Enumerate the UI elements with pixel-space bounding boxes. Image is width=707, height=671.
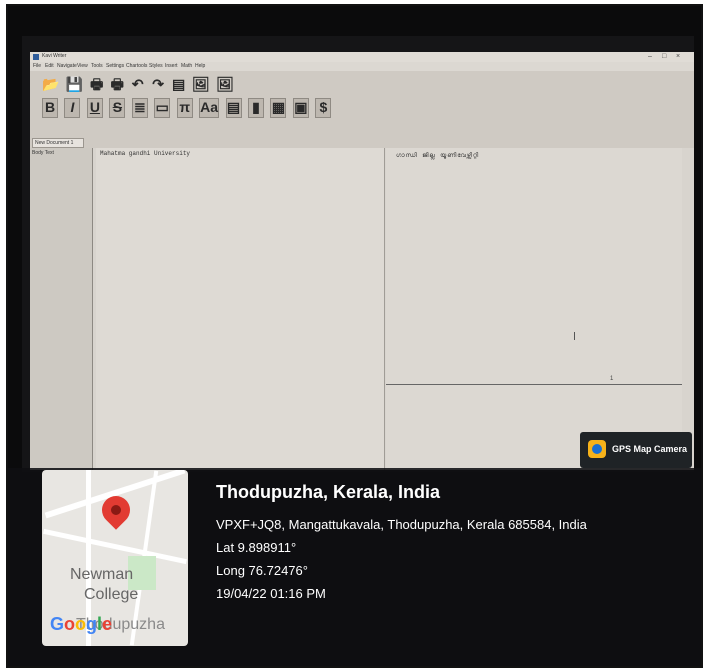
menu-edit[interactable]: Edit — [45, 63, 54, 69]
menu-insert[interactable]: Insert — [165, 63, 178, 69]
editor-area: Body Text Mahatma gandhi University ഗാന്… — [30, 148, 694, 470]
toolbar-format: B I U S ≣ ▭ π Aa ▤ ▮ ▦ ▣ $ — [42, 98, 333, 118]
menu-tools[interactable]: Tools — [91, 63, 103, 69]
window-title: Kavi Writer — [42, 53, 67, 59]
menu-math[interactable]: Math — [181, 63, 192, 69]
print-icon[interactable]: 🖶 — [90, 76, 104, 94]
style-body-text[interactable]: Body Text — [32, 150, 54, 156]
map-label-college: College — [84, 586, 139, 603]
gps-camera-icon — [588, 440, 606, 458]
gps-map-camera-badge: GPS Map Camera — [580, 432, 692, 468]
maximize-button[interactable]: □ — [662, 52, 666, 62]
dollar-icon[interactable]: $ — [315, 98, 332, 118]
page-separator — [386, 384, 682, 385]
close-button[interactable]: × — [676, 52, 680, 62]
toolbar-file: 📂 💾 🖶 🖶 ↶ ↷ ▤ 🖼 🖼 — [42, 76, 236, 94]
minimize-button[interactable]: – — [648, 52, 652, 62]
app-window: Kavi Writer – □ × File Edit Navigate Vie… — [30, 52, 694, 470]
table-icon[interactable]: ▤ — [225, 98, 242, 118]
redo-icon[interactable]: ↷ — [151, 76, 165, 94]
align-icon[interactable]: ≣ — [131, 98, 148, 118]
longitude-line: Long 76.72476° — [216, 563, 308, 578]
open-icon[interactable]: 📂 — [42, 76, 59, 94]
latitude-line: Lat 9.898911° — [216, 540, 297, 555]
map-label-newman: Newman — [70, 566, 134, 583]
picture-icon[interactable]: 🖼 — [216, 76, 234, 94]
gps-badge-label: GPS Map Camera — [612, 444, 688, 454]
document-text: Mahatma gandhi University — [100, 150, 191, 157]
title-bar: Kavi Writer – □ × — [30, 52, 694, 62]
map-thumbnail: Newman College Thodupuzha Google — [42, 470, 188, 646]
font-icon[interactable]: Aa — [199, 98, 220, 118]
photo-frame: Kavi Writer – □ × File Edit Navigate Vie… — [6, 4, 703, 668]
image-icon[interactable]: 🖼 — [192, 76, 210, 94]
tab-document[interactable]: New Document 1 — [32, 138, 84, 148]
block-icon[interactable]: ▮ — [247, 98, 264, 118]
frame-icon[interactable]: ▭ — [154, 98, 171, 118]
format-icon[interactable]: ▤ — [172, 76, 186, 94]
insert-image-icon[interactable]: ▣ — [292, 98, 309, 118]
place-name: Thodupuzha, Kerala, India — [216, 482, 441, 502]
menu-file[interactable]: File — [33, 63, 41, 69]
menu-view[interactable]: View — [77, 63, 88, 69]
undo-icon[interactable]: ↶ — [131, 76, 145, 94]
menu-styles[interactable]: Styles — [149, 63, 163, 69]
location-info: Thodupuzha, Kerala, India VPXF+JQ8, Mang… — [216, 482, 587, 609]
page-number: 1 — [610, 376, 614, 382]
bold-button[interactable]: B — [42, 98, 58, 118]
menu-navigate[interactable]: Navigate — [57, 63, 77, 69]
italic-button[interactable]: I — [64, 98, 81, 118]
document-editor[interactable]: Mahatma gandhi University — [96, 148, 385, 470]
datetime-line: 19/04/22 01:16 PM — [216, 586, 326, 601]
grid-icon[interactable]: ▦ — [270, 98, 287, 118]
strikethrough-button[interactable]: S — [109, 98, 126, 118]
menu-bar: File Edit Navigate View Tools Settings C… — [30, 62, 694, 71]
menu-chartools[interactable]: Chartools — [126, 63, 147, 69]
print-preview-icon[interactable]: 🖶 — [110, 76, 124, 94]
styles-panel: Body Text — [30, 148, 93, 470]
google-logo: Google — [50, 614, 113, 634]
preview-pane: ഗാന്ധി ജില്ല യൂണിവേഴ്സിറ്റി 1 — [386, 148, 682, 470]
menu-help[interactable]: Help — [195, 63, 205, 69]
address-line: VPXF+JQ8, Mangattukavala, Thodupuzha, Ke… — [216, 517, 587, 532]
underline-button[interactable]: U — [86, 98, 103, 118]
text-cursor — [574, 332, 575, 340]
pi-icon[interactable]: π — [176, 98, 193, 118]
save-icon[interactable]: 💾 — [66, 76, 83, 94]
menu-settings[interactable]: Settings — [106, 63, 124, 69]
app-icon — [33, 54, 39, 60]
preview-text: ഗാന്ധി ജില്ല യൂണിവേഴ്സിറ്റി — [396, 152, 480, 159]
